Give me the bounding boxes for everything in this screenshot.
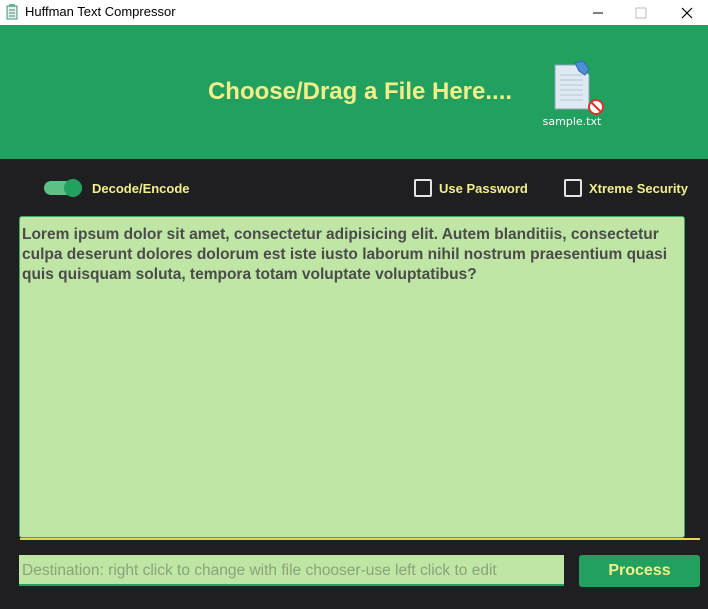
file-drop-zone[interactable]: Choose/Drag a File Here.... sample.txt bbox=[0, 25, 708, 159]
editor-focus-line bbox=[20, 538, 700, 540]
xtreme-security-label: Xtreme Security bbox=[589, 181, 688, 196]
close-button[interactable] bbox=[664, 0, 708, 25]
decode-encode-label: Decode/Encode bbox=[92, 181, 190, 196]
decode-encode-toggle[interactable] bbox=[44, 179, 84, 197]
destination-field[interactable]: Destination: right click to change with … bbox=[19, 555, 564, 586]
process-button[interactable]: Process bbox=[579, 555, 700, 587]
use-password-checkbox[interactable] bbox=[414, 179, 432, 197]
selected-file[interactable]: sample.txt bbox=[540, 60, 606, 133]
maximize-icon bbox=[635, 7, 647, 18]
maximize-button[interactable] bbox=[618, 0, 664, 25]
toggle-knob bbox=[64, 179, 82, 197]
text-editor[interactable]: Lorem ipsum dolor sit amet, consectetur … bbox=[19, 216, 685, 538]
title-bar[interactable]: Huffman Text Compressor bbox=[0, 0, 708, 25]
minimize-button[interactable] bbox=[575, 0, 621, 25]
use-password-label: Use Password bbox=[439, 181, 528, 196]
minimize-icon bbox=[593, 12, 603, 13]
window-title: Huffman Text Compressor bbox=[25, 4, 176, 19]
file-name: sample.txt bbox=[542, 115, 602, 128]
notepad-icon bbox=[6, 4, 18, 20]
close-icon bbox=[681, 7, 693, 18]
xtreme-security-checkbox[interactable] bbox=[564, 179, 582, 197]
